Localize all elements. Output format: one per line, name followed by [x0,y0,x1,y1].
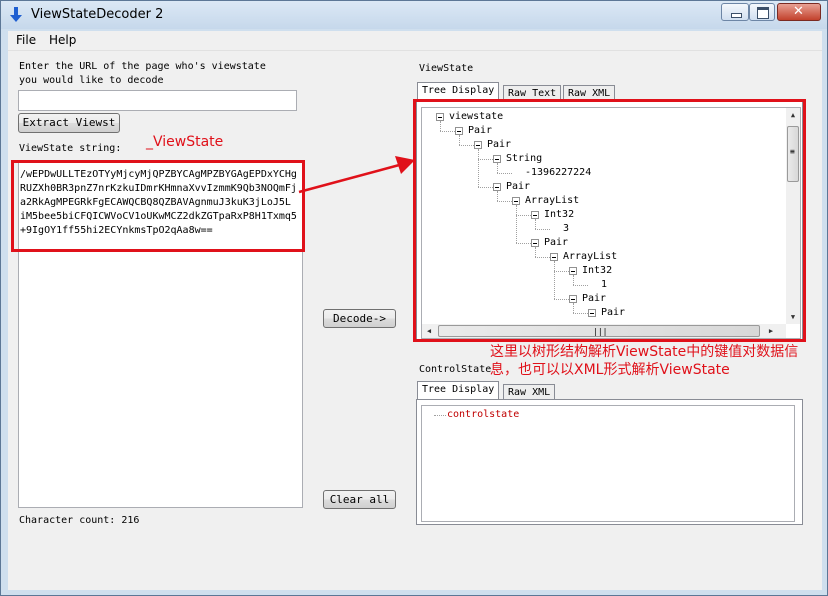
controlstate-root[interactable]: controlstate [447,408,519,422]
tree-highlight-box [413,99,806,342]
controlstate-connector [434,415,446,416]
viewstate-string-label: ViewState string: [19,143,122,154]
client-area: File Help Enter the URL of the page who'… [8,31,822,590]
url-input[interactable] [18,90,297,111]
close-button[interactable]: ✕ [777,3,821,21]
menu-bar: File Help [8,31,822,51]
down-arrow-icon [10,7,22,22]
app-window: ViewStateDecoder 2 ✕ File Help Enter the… [0,0,828,596]
maximize-icon [757,7,769,19]
maximize-button[interactable] [749,3,775,21]
controlstate-tree[interactable]: controlstate [421,405,795,522]
annotation-arrow-icon [298,156,415,194]
viewstate-heading: ViewState [419,63,474,74]
clear-all-button[interactable]: Clear all [323,490,396,509]
tree-annotation-line2: 息，也可以以XML形式解析ViewState [490,362,730,378]
url-prompt-line1: Enter the URL of the page who's viewstat… [19,61,266,72]
viewstate-highlight-box [11,160,305,252]
tree-annotation-line1: 这里以树形结构解析ViewState中的键值对数据信 [490,344,799,360]
controlstate-tab-panel: controlstate [416,399,803,525]
controlstate-heading: ControlState [419,364,492,375]
menu-help[interactable]: Help [49,33,76,47]
extract-viewstate-button[interactable]: Extract Viewst [18,113,120,133]
decode-button[interactable]: Decode-> [323,309,396,328]
url-prompt-line2: you would like to decode [19,75,164,86]
character-count: Character count: 216 [19,515,140,526]
title-bar[interactable]: ViewStateDecoder 2 ✕ [1,1,827,29]
tab-controlstate-raw-xml[interactable]: Raw XML [503,384,556,400]
close-icon: ✕ [793,4,804,19]
tab-controlstate-tree[interactable]: Tree Display [417,381,500,400]
minimize-button[interactable] [721,3,749,21]
viewstate-annotation: _ViewState [146,134,224,150]
minimize-icon [731,13,742,18]
window-title: ViewStateDecoder 2 [31,7,164,22]
menu-file[interactable]: File [16,33,36,47]
